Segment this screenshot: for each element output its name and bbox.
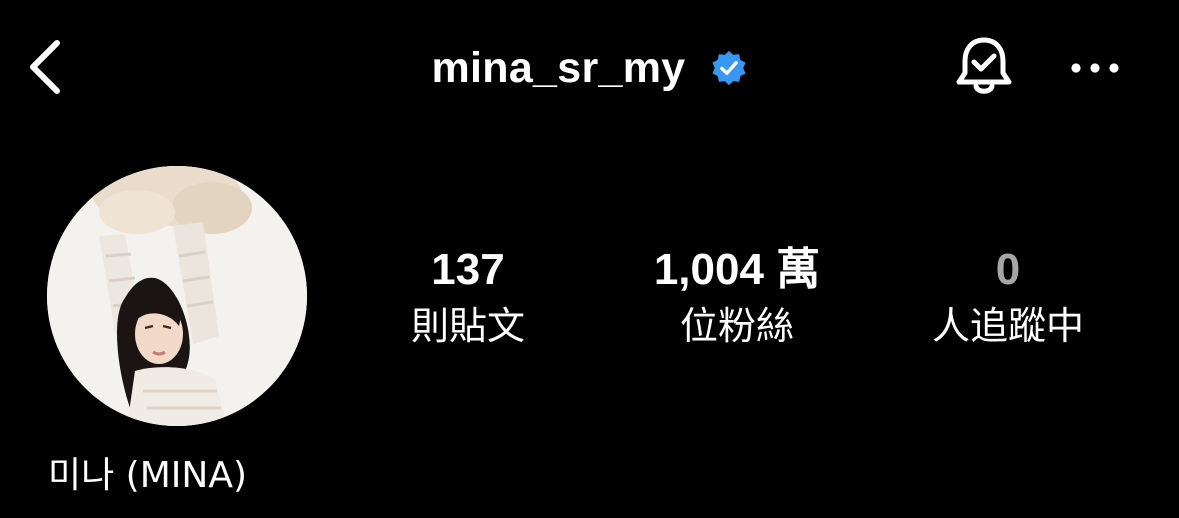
verified-badge-icon [710,49,748,87]
following-stat[interactable]: 0 人追蹤中 [908,244,1108,352]
profile-header: mina_sr_my [0,0,1179,140]
avatar-photo [47,166,307,426]
display-name: 미나 (MINA) [48,455,248,496]
profile-avatar[interactable] [47,166,307,426]
followers-stat[interactable]: 1,004 萬 位粉絲 [627,244,847,352]
followers-label: 位粉絲 [679,304,794,348]
followers-count: 1,004 萬 [653,245,821,294]
bell-check-icon [956,37,1012,94]
posts-stat[interactable]: 137 則貼文 [388,244,548,352]
username-title: mina_sr_my [431,43,686,92]
posts-label: 則貼文 [410,304,525,348]
posts-count: 137 [431,245,505,294]
following-count: 0 [995,245,1021,294]
following-label: 人追蹤中 [931,304,1084,348]
notifications-button[interactable] [950,32,1018,102]
more-options-button[interactable] [1062,48,1128,88]
more-horizontal-icon [1071,63,1119,73]
